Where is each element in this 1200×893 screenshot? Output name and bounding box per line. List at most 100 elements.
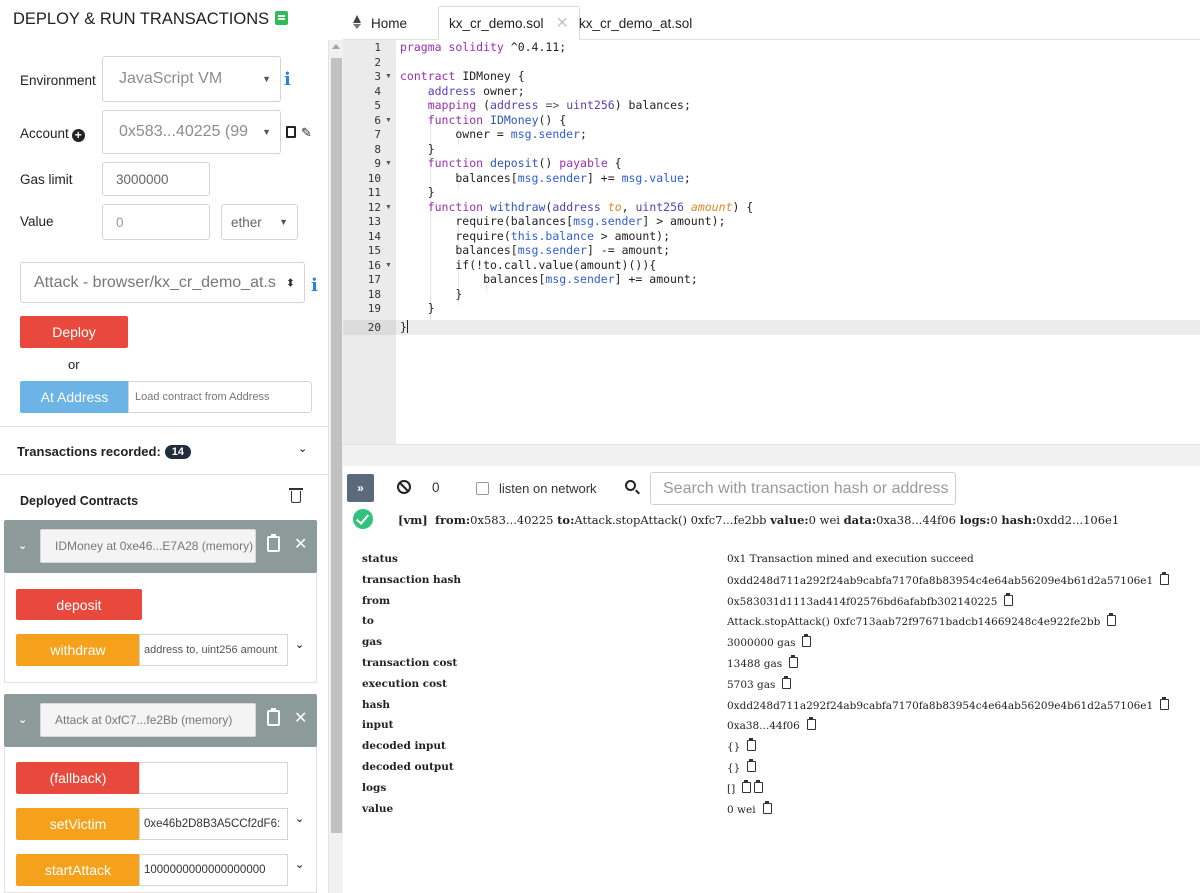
at-address-input[interactable]: Load contract from Address — [128, 381, 312, 413]
ban-icon[interactable] — [397, 480, 411, 494]
close-icon[interactable]: ✕ — [556, 13, 569, 33]
withdraw-button[interactable]: withdraw — [16, 634, 140, 666]
clipboard-icon[interactable] — [742, 779, 752, 793]
clipboard-icon[interactable] — [802, 634, 812, 648]
chevron-down-icon: ▼ — [279, 217, 288, 227]
book-icon[interactable] — [275, 11, 289, 25]
clipboard-icon[interactable] — [762, 800, 772, 814]
start-attack-button[interactable]: startAttack — [16, 854, 140, 886]
close-icon[interactable]: ✕ — [294, 708, 307, 728]
edit-icon[interactable]: ✎ — [301, 125, 312, 141]
contract-instance-header[interactable]: ⌄ IDMoney at 0xe46...E7A28 (memory) ✕ — [4, 520, 317, 573]
fold-arrow-icon[interactable]: ▼ — [385, 114, 392, 129]
chevron-down-icon[interactable]: ⌄ — [295, 858, 304, 871]
scroll-up-arrow[interactable] — [332, 44, 340, 49]
account-select[interactable]: 0x583...40225 (99 ▼ — [102, 110, 281, 154]
clipboard-icon[interactable] — [806, 717, 816, 731]
value-input[interactable]: 0 — [102, 204, 210, 240]
value-unit: ether — [231, 214, 262, 230]
line-number: 7 — [374, 128, 381, 141]
close-icon[interactable]: ✕ — [294, 534, 307, 554]
clipboard-icon[interactable] — [789, 655, 799, 668]
chevron-down-icon[interactable]: ⌄ — [18, 539, 27, 552]
clipboard-icon[interactable] — [267, 534, 280, 552]
contract-instance-header[interactable]: ⌄ Attack at 0xfC7...fe2Bb (memory) ✕ — [4, 694, 317, 747]
detail-value-row: {} — [727, 759, 757, 774]
line-number: 14 — [367, 229, 381, 243]
left-panel-scrollbar[interactable] — [328, 40, 343, 893]
clipboard-icon[interactable] — [1160, 571, 1170, 585]
contract-select[interactable]: Attack - browser/kx_cr_demo_at.s ⬍ — [20, 262, 305, 303]
fold-arrow-icon[interactable]: ▼ — [385, 201, 392, 216]
tab-kx-cr-demo-at[interactable]: kx_cr_demo_at.sol — [579, 6, 692, 40]
gas-limit-input[interactable]: 3000000 — [102, 162, 210, 196]
info-icon[interactable]: i — [284, 69, 291, 90]
clipboard-icon[interactable] — [1160, 696, 1170, 710]
deposit-button[interactable]: deposit — [16, 589, 142, 620]
value-value: 0 wei — [808, 513, 840, 527]
chevron-down-icon[interactable]: ⌄ — [298, 442, 307, 455]
remix-ide: DEPLOY & RUN TRANSACTIONS Environment Ja… — [0, 0, 1200, 893]
double-chevron-icon[interactable]: » — [347, 474, 374, 502]
contract-select-value: Attack - browser/kx_cr_demo_at.s — [34, 273, 276, 291]
detail-value-row: 13488 gas — [727, 655, 799, 670]
clipboard-icon[interactable] — [782, 675, 792, 689]
code-line: pragma solidity ^0.4.11; — [400, 40, 567, 54]
code-editor[interactable]: 1 2 3 4 5 6 7 8 9 10 11 12 13 14 15 16 17 18 19 20 ▼ ▼ ▼ ▼ … — [343, 40, 1200, 444]
info-icon[interactable]: i — [311, 275, 318, 296]
code-line: } — [400, 185, 435, 199]
detail-key: logs — [362, 781, 387, 794]
start-attack-input[interactable]: 1000000000000000000 — [139, 854, 288, 886]
gas-limit-label: Gas limit — [20, 172, 73, 187]
fold-arrow-icon[interactable]: ▼ — [385, 70, 392, 85]
divider — [0, 474, 328, 475]
withdraw-args-input[interactable]: address to, uint256 amount — [139, 634, 288, 666]
clipboard-icon[interactable] — [267, 708, 280, 726]
fallback-input[interactable] — [139, 762, 288, 794]
listen-checkbox[interactable] — [476, 482, 489, 495]
panel-resize-bar[interactable] — [343, 444, 1200, 466]
clipboard-icon[interactable] — [754, 779, 764, 793]
detail-value: 0xdd248d711a292f24ab9cabfa7170fa8b83954c… — [727, 699, 1154, 712]
detail-value-row: 5703 gas — [727, 675, 792, 691]
code-line: require(this.balance > amount); — [400, 228, 671, 243]
clipboard-icon[interactable] — [747, 738, 757, 752]
tab-home[interactable]: Home — [353, 6, 407, 40]
terminal-panel: » 0 listen on network Search with transa… — [343, 466, 1200, 893]
set-victim-input[interactable]: 0xe46b2D8B3A5CCf2dF6: — [139, 808, 288, 840]
detail-value: 0 wei — [727, 803, 756, 816]
check-circle-icon — [353, 509, 373, 529]
clipboard-icon[interactable] — [747, 759, 757, 772]
chevron-down-icon[interactable]: ⌄ — [295, 812, 304, 825]
chevron-down-icon[interactable]: ⌄ — [18, 713, 27, 726]
value-unit-select[interactable]: ether ▼ — [221, 204, 298, 240]
scroll-thumb[interactable] — [331, 58, 342, 833]
fold-arrow-icon[interactable]: ▼ — [385, 157, 392, 172]
detail-value-row: 3000000 gas — [727, 634, 812, 649]
clipboard-icon[interactable] — [1107, 613, 1117, 627]
at-address-button[interactable]: At Address — [20, 381, 129, 413]
line-number: 3 — [374, 70, 381, 83]
code-line: function IDMoney() { — [427, 112, 567, 127]
detail-key: to — [362, 615, 374, 628]
chevron-down-icon[interactable]: ⌄ — [295, 638, 304, 651]
clipboard-icon[interactable] — [1004, 592, 1014, 606]
detail-value: {} — [727, 741, 741, 754]
clipboard-icon[interactable] — [286, 126, 296, 138]
detail-value-row: 0xa38...44f06 — [727, 717, 816, 732]
fallback-button[interactable]: (fallback) — [16, 762, 140, 794]
fold-arrow-icon[interactable]: ▼ — [385, 259, 392, 274]
search-icon — [625, 480, 636, 491]
plus-circle-icon[interactable]: + — [71, 129, 85, 142]
deploy-button[interactable]: Deploy — [20, 316, 128, 348]
set-victim-button[interactable]: setVictim — [16, 808, 140, 840]
detail-key: transaction hash — [362, 573, 462, 586]
panel-title-text: DEPLOY & RUN TRANSACTIONS — [13, 10, 270, 28]
terminal-search-input[interactable]: Search with transaction hash or address — [650, 472, 956, 505]
environment-select[interactable]: JavaScript VM ▼ — [102, 56, 281, 102]
transaction-summary[interactable]: [vm] from:0x583...40225 to:Attack.stopAt… — [398, 513, 1119, 527]
trash-icon[interactable] — [289, 488, 303, 503]
tab-kx-cr-demo[interactable]: kx_cr_demo.sol ✕ — [438, 6, 580, 40]
transactions-recorded[interactable]: Transactions recorded: 14 — [17, 444, 192, 459]
code-line: function deposit() payable { — [427, 156, 622, 170]
